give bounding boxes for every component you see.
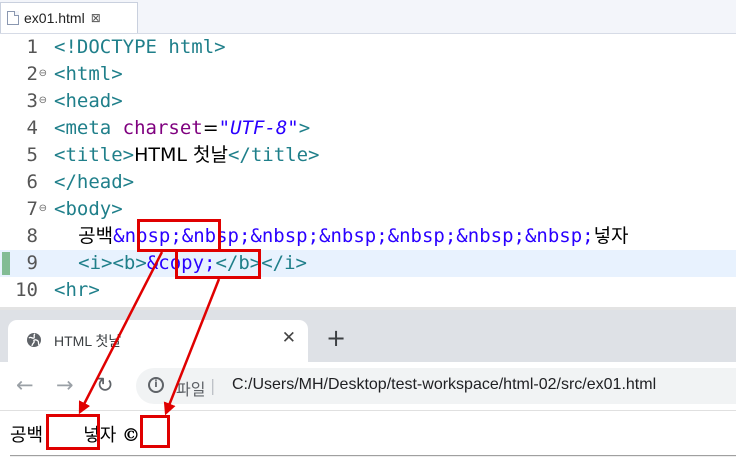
line-number: 9	[26, 252, 38, 274]
html-file-icon	[7, 11, 19, 25]
address-separator: |	[210, 376, 216, 395]
line-number: 8	[26, 225, 38, 247]
code-text[interactable]: <title>HTML 첫날</title>	[54, 142, 319, 169]
line-gutter: 6	[0, 169, 48, 196]
line-gutter: 1	[0, 34, 48, 61]
change-marker	[2, 252, 10, 275]
code-token: HTML 첫날	[134, 144, 228, 166]
code-token: >	[298, 117, 311, 139]
close-tab-icon[interactable]: ✕	[282, 328, 296, 348]
line-gutter: 7 ⊖	[0, 196, 48, 223]
code-token: <i><b>	[78, 252, 147, 274]
url-text[interactable]: C:/Users/MH/Desktop/test-workspace/html-…	[232, 376, 656, 394]
new-tab-button[interactable]: +	[326, 326, 346, 350]
back-arrow-icon[interactable]: ←	[16, 373, 34, 397]
forward-arrow-icon[interactable]: →	[56, 373, 74, 397]
code-editor: ex01.html ⊠ 1 <!DOCTYPE html> 2 ⊖ <html> 3 ⊖ <h…	[0, 0, 736, 307]
reload-icon[interactable]: ↻	[96, 373, 114, 397]
code-line-6[interactable]: 6 </head>	[0, 169, 736, 196]
code-area[interactable]: 1 <!DOCTYPE html> 2 ⊖ <html> 3 ⊖ <head> 4 <meta c…	[0, 34, 736, 307]
file-scheme-label: 파일	[176, 380, 206, 399]
horizontal-rule	[10, 455, 736, 457]
line-number: 6	[26, 171, 38, 193]
line-gutter: 4	[0, 115, 48, 142]
code-token: <meta	[54, 117, 123, 139]
close-icon[interactable]: ⊠	[91, 11, 101, 25]
code-line-10[interactable]: 10 <hr>	[0, 277, 736, 304]
browser-window: HTML 첫날 ✕ + ← → ↻ 파일 | C:/Users/MH/Deskt…	[0, 310, 736, 468]
rendered-text-before: 공백	[10, 425, 44, 446]
page-content: 공백 넣자 ©	[0, 411, 736, 468]
line-gutter: 5	[0, 142, 48, 169]
code-token: <body>	[54, 198, 123, 220]
code-token: <head>	[54, 90, 123, 112]
code-line-9[interactable]: 9 <i><b>&copy;</b></i>	[0, 250, 736, 277]
line-number: 1	[26, 36, 38, 58]
code-text[interactable]: <body>	[54, 196, 123, 223]
code-token: charset	[122, 117, 203, 139]
code-token: <hr>	[54, 279, 100, 301]
code-line-4[interactable]: 4 <meta charset="UTF-8">	[0, 115, 736, 142]
code-token: <html>	[54, 63, 123, 85]
code-line-1[interactable]: 1 <!DOCTYPE html>	[0, 34, 736, 61]
line-number: 10	[15, 279, 38, 301]
line-gutter: 10	[0, 277, 48, 304]
code-text[interactable]: <head>	[54, 88, 123, 115]
line-gutter: 2 ⊖	[0, 61, 48, 88]
highlight-nbsp-code	[137, 219, 221, 252]
code-text[interactable]: </head>	[54, 169, 134, 196]
code-token: 넣자	[593, 225, 629, 247]
code-text[interactable]: <!DOCTYPE html>	[54, 34, 226, 61]
fold-toggle-icon[interactable]: ⊖	[39, 204, 47, 214]
code-text[interactable]: <html>	[54, 61, 123, 88]
code-token: <title>	[54, 144, 135, 166]
browser-tab-strip: HTML 첫날 ✕ +	[0, 310, 736, 362]
highlight-rendered-copyright	[140, 415, 170, 448]
code-token: "UTF-8"	[218, 117, 299, 139]
code-token: <!DOCTYPE html>	[54, 36, 226, 58]
rendered-copyright-symbol: ©	[122, 425, 141, 446]
line-gutter: 3 ⊖	[0, 88, 48, 115]
line-gutter: 8	[0, 223, 48, 250]
editor-tab-ex01[interactable]: ex01.html ⊠	[0, 2, 138, 33]
browser-toolbar: ← → ↻ 파일 | C:/Users/MH/Desktop/test-work…	[0, 362, 736, 411]
code-line-5[interactable]: 5 <title>HTML 첫날</title>	[0, 142, 736, 169]
code-line-3[interactable]: 3 ⊖ <head>	[0, 88, 736, 115]
editor-tab-title: ex01.html	[24, 10, 85, 26]
line-number: 4	[26, 117, 38, 139]
code-line-7[interactable]: 7 ⊖ <body>	[0, 196, 736, 223]
globe-icon	[27, 333, 41, 347]
line-number: 7	[26, 198, 38, 220]
code-token: 공백	[78, 225, 114, 247]
code-text[interactable]: <hr>	[54, 277, 100, 304]
code-token: </title>	[227, 144, 320, 166]
line-number: 3	[26, 90, 38, 112]
fold-toggle-icon[interactable]: ⊖	[39, 69, 47, 79]
highlight-copy-code	[175, 249, 261, 279]
editor-tab-bar: ex01.html ⊠	[0, 0, 736, 34]
info-icon[interactable]	[148, 377, 164, 393]
code-token: =	[202, 117, 219, 139]
browser-tab[interactable]: HTML 첫날 ✕	[8, 320, 308, 362]
code-token: </head>	[54, 171, 135, 193]
browser-tab-title: HTML 첫날	[54, 333, 122, 349]
line-number: 5	[26, 144, 38, 166]
highlight-rendered-spaces	[46, 414, 100, 450]
code-line-8[interactable]: 8 공백&nbsp;&nbsp;&nbsp;&nbsp;&nbsp;&nbsp;…	[0, 223, 736, 250]
line-gutter: 9	[0, 250, 48, 277]
code-text[interactable]: <meta charset="UTF-8">	[54, 115, 310, 142]
fold-toggle-icon[interactable]: ⊖	[39, 96, 47, 106]
code-line-2[interactable]: 2 ⊖ <html>	[0, 61, 736, 88]
address-bar[interactable]: 파일 | C:/Users/MH/Desktop/test-workspace/…	[136, 368, 736, 404]
line-number: 2	[26, 63, 38, 85]
